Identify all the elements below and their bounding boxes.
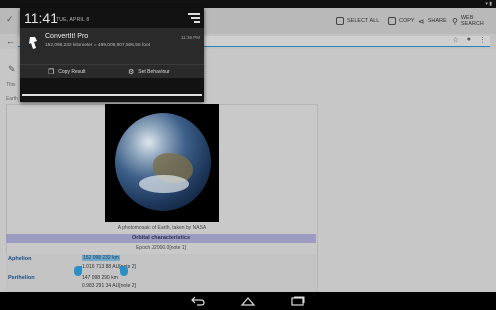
web-search-label: WEB SEARCH xyxy=(460,15,484,27)
selection-start-handle[interactable] xyxy=(74,266,82,276)
share-button[interactable]: ⋖ SHARE xyxy=(418,12,447,30)
edit-pencil-icon[interactable]: ✎ xyxy=(8,64,16,75)
earth-cloud xyxy=(139,175,189,193)
intro-text: Earth xyxy=(6,96,18,102)
home-button[interactable] xyxy=(240,295,256,307)
row-value-selected[interactable]: 152 098 232 km xyxy=(82,255,120,261)
select-all-label: SELECT ALL xyxy=(347,18,380,24)
navigation-bar xyxy=(0,292,496,310)
back-icon xyxy=(191,296,205,306)
row-value: 0.983 291 34 AU[note 2] xyxy=(82,283,136,289)
clear-all-icon[interactable] xyxy=(188,13,200,23)
back-button[interactable] xyxy=(190,295,206,307)
shade-drag-handle[interactable] xyxy=(22,94,202,96)
section-header: Orbital characteristics xyxy=(6,234,316,243)
clock: 11:41 xyxy=(24,10,58,26)
set-behaviour-button[interactable]: ⚙ Set Behaviour xyxy=(128,65,170,79)
table-row xyxy=(6,254,316,274)
recents-button[interactable] xyxy=(290,295,306,307)
copy-icon xyxy=(388,17,396,25)
image-caption: A photomosaic of Earth, taken by NASA xyxy=(117,225,207,231)
copy-result-button[interactable]: ❐ Copy Result xyxy=(48,65,86,79)
done-icon[interactable]: ✓ xyxy=(6,14,14,25)
notification-text: 152,098,232 kilometer = 499,009,907,506,… xyxy=(45,43,150,48)
convertit-app-icon xyxy=(26,35,40,51)
italic-text: This xyxy=(6,82,16,88)
copy-button[interactable]: COPY xyxy=(388,12,415,30)
date: TUE, APRIL 8 xyxy=(56,17,90,23)
status-bar: ▾ ▮ xyxy=(0,0,496,8)
select-all-icon xyxy=(336,17,344,25)
search-icon: ⚲ xyxy=(452,16,458,26)
share-icon: ⋖ xyxy=(418,16,425,26)
notification-shade[interactable]: 11:41 TUE, APRIL 8 ConvertIt! Pro 11:36 … xyxy=(20,8,204,102)
notification-card[interactable]: ConvertIt! Pro 11:36 PM 152,098,232 kilo… xyxy=(20,28,204,64)
url-actions: ☆ ● ⋮ xyxy=(452,36,486,44)
row-label-perihelion[interactable]: Perihelion xyxy=(8,275,35,281)
copy-label: COPY xyxy=(399,18,415,24)
notification-title: ConvertIt! Pro xyxy=(45,33,89,40)
notification-actions: ❐ Copy Result ⚙ Set Behaviour xyxy=(20,64,204,78)
home-icon xyxy=(240,297,256,306)
row-label-aphelion[interactable]: Aphelion xyxy=(8,256,32,262)
selection-end-handle[interactable] xyxy=(120,266,128,276)
select-all-button[interactable]: SELECT ALL xyxy=(336,12,379,30)
copy-result-label: Copy Result xyxy=(58,69,86,75)
earth-image[interactable] xyxy=(105,104,219,222)
web-search-button[interactable]: ⚲ WEB SEARCH xyxy=(452,12,496,30)
notification-time: 11:36 PM xyxy=(181,35,200,40)
set-behaviour-label: Set Behaviour xyxy=(138,69,170,75)
table-row xyxy=(6,274,316,294)
share-label: SHARE xyxy=(427,18,447,24)
menu-icon[interactable]: ⋮ xyxy=(479,36,486,44)
row-value: 147 098 290 km xyxy=(82,275,118,281)
epoch-text: Epoch J2000.0[note 1] xyxy=(135,245,187,251)
copy-icon: ❐ xyxy=(48,69,55,76)
earth-globe xyxy=(115,113,211,211)
back-arrow-icon[interactable]: ← xyxy=(6,36,15,46)
recents-icon xyxy=(291,296,305,306)
mic-icon[interactable]: ● xyxy=(467,36,471,44)
status-icons: ▾ ▮ xyxy=(485,1,492,7)
gear-icon: ⚙ xyxy=(128,69,135,76)
star-icon[interactable]: ☆ xyxy=(452,36,458,44)
